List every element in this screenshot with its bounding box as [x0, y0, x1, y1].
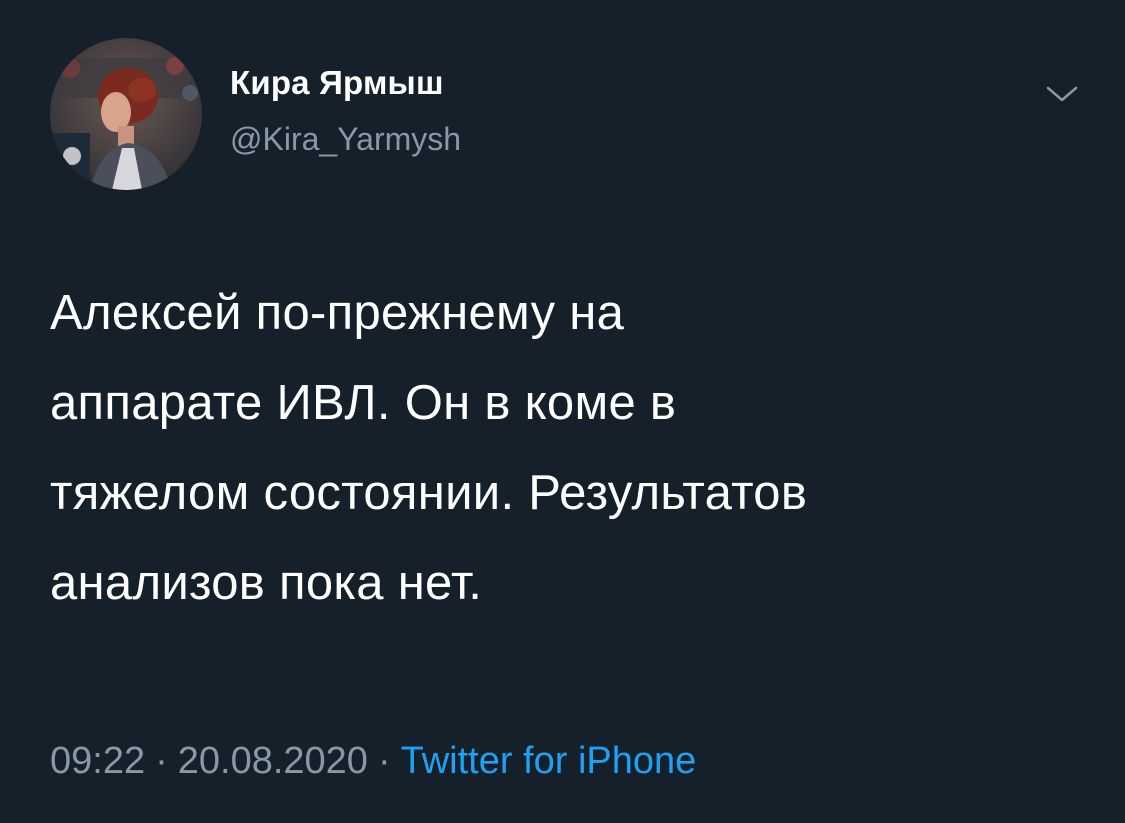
chevron-down-icon[interactable]	[1040, 78, 1084, 110]
tweet-text-line: Алексей по-прежнему на	[50, 286, 625, 340]
meta-separator: ·	[377, 740, 391, 782]
profile-photo-icon	[50, 38, 202, 190]
meta-separator: ·	[155, 740, 168, 782]
tweet-time[interactable]: 09:22	[50, 740, 145, 782]
tweet-text-line: анализов пока нет.	[50, 556, 483, 610]
tweet-text-line: тяжелом состоянии. Результатов	[50, 466, 808, 520]
tweet-text-line: аппарате ИВЛ. Он в коме в	[50, 376, 677, 430]
author-handle[interactable]: @Kira_Yarmysh	[230, 121, 461, 158]
avatar[interactable]	[50, 38, 202, 190]
tweet-text: Алексей по-прежнему на аппарате ИВЛ. Он …	[50, 268, 1080, 628]
tweet-meta: 09:22 · 20.08.2020 · Twitter for iPhone	[50, 740, 696, 783]
tweet-card: Кира Ярмыш @Kira_Yarmysh Алексей по-преж…	[0, 0, 1125, 823]
tweet-date[interactable]: 20.08.2020	[178, 740, 368, 782]
tweet-source-link[interactable]: Twitter for iPhone	[401, 740, 697, 782]
author-display-name[interactable]: Кира Ярмыш	[230, 64, 444, 102]
